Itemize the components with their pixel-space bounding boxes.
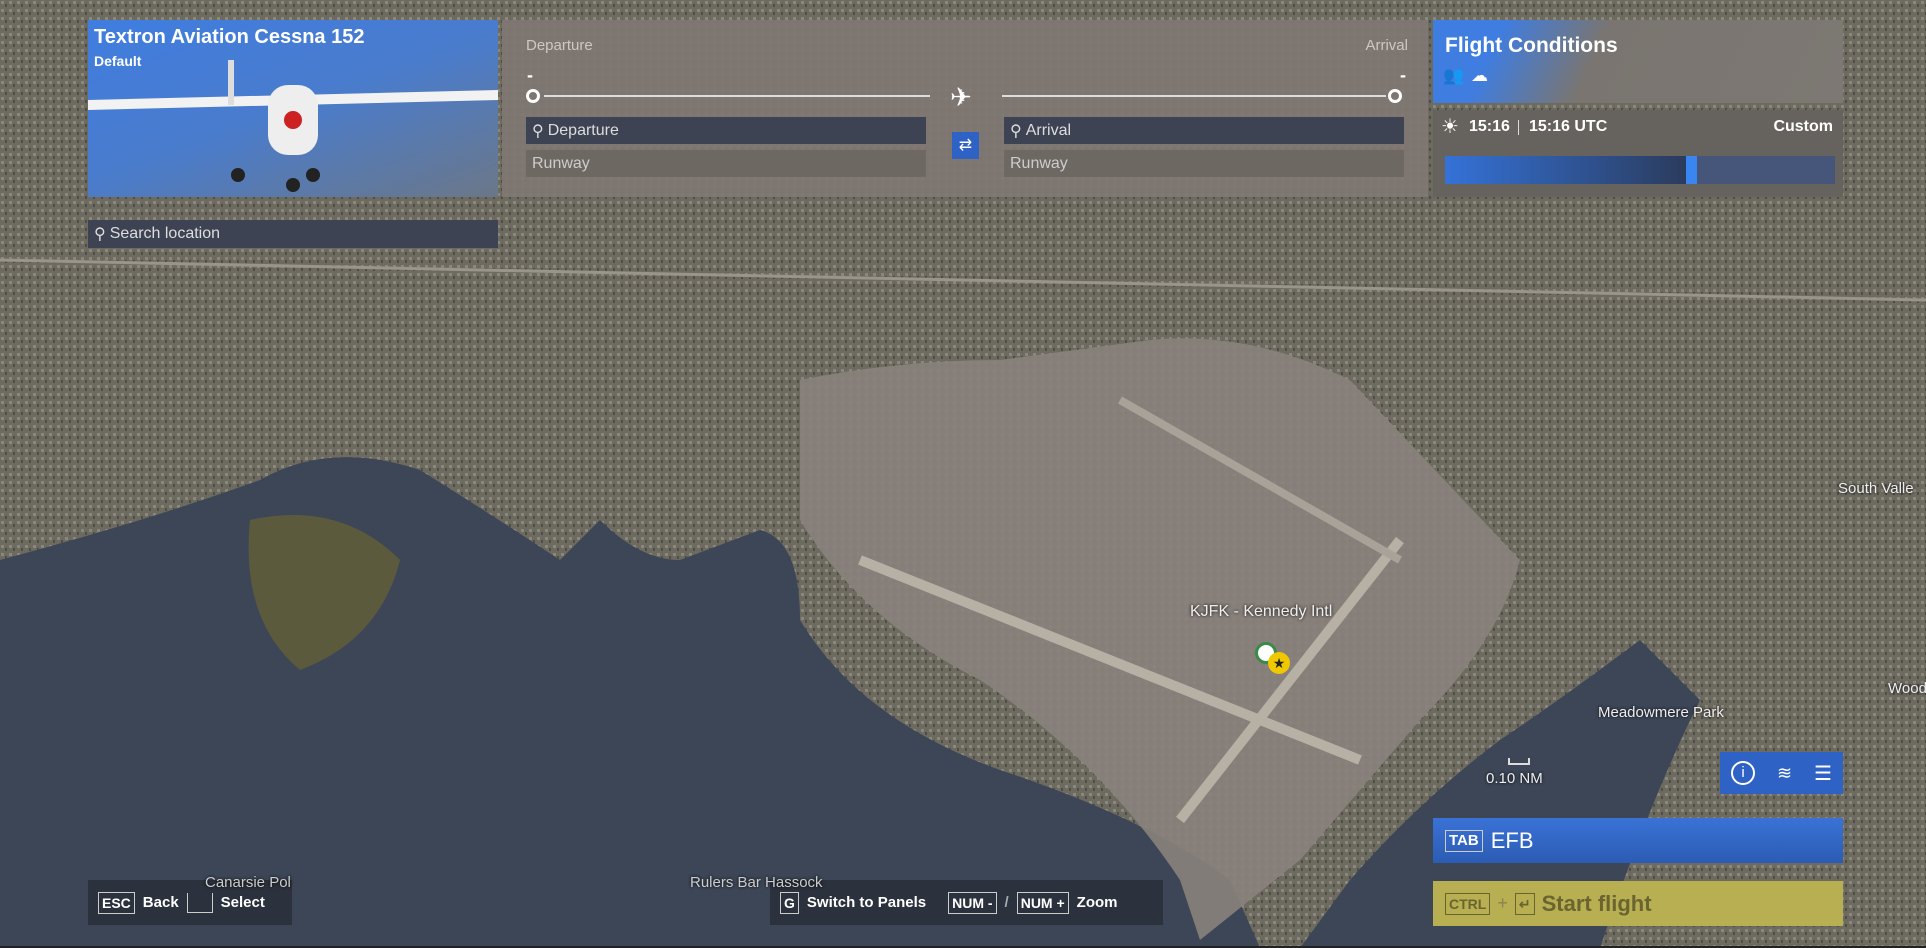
departure-placeholder: Departure (547, 121, 619, 139)
aircraft-image (88, 60, 498, 192)
sun-icon: ☀ (1441, 116, 1459, 138)
select-label[interactable]: Select (221, 894, 265, 911)
local-time: 15:16 (1469, 118, 1510, 135)
switch-panels-label[interactable]: Switch to Panels (807, 894, 926, 911)
place-label: Wood (1888, 680, 1926, 697)
back-label[interactable]: Back (143, 894, 179, 911)
num-plus-key[interactable]: NUM + (1016, 891, 1069, 914)
route-panel: Departure Arrival - - ✈ ⚲ Departure Runwa… (502, 20, 1428, 197)
aircraft-card[interactable]: Textron Aviation Cessna 152 Default (88, 20, 498, 197)
search-icon: ⚲ (532, 122, 544, 140)
search-placeholder: Search location (109, 225, 221, 242)
flight-conditions-panel[interactable]: Flight Conditions 👥 ☁ ☀ 15:16 15:16 UTC … (1433, 20, 1843, 197)
weather-preset[interactable]: Custom (1773, 118, 1833, 136)
search-icon: ⚲ (94, 226, 106, 243)
departure-runway-select[interactable]: Runway (526, 150, 926, 177)
place-label: Rulers Bar Hassock (690, 874, 823, 891)
departure-node (526, 89, 540, 103)
scale-label: 0.10 NM (1486, 770, 1543, 787)
search-location-input[interactable]: ⚲ Search location (88, 220, 498, 248)
airport-label[interactable]: KJFK - Kennedy Intl (1190, 603, 1332, 621)
map-toolbar: i ≋ ☰ (1720, 752, 1843, 794)
enter-key-icon: ↵ (1514, 892, 1535, 915)
star-icon[interactable]: ★ (1268, 652, 1290, 674)
hint-bar-center: G Switch to Panels NUM - / NUM + Zoom (770, 880, 1163, 925)
airplane-icon: ✈ (950, 82, 972, 112)
zoom-label[interactable]: Zoom (1077, 894, 1118, 911)
time-slider[interactable] (1445, 156, 1835, 184)
aircraft-name: Textron Aviation Cessna 152 (94, 26, 365, 48)
departure-search-input[interactable]: ⚲ Departure (526, 117, 926, 144)
time-slider-fill (1445, 156, 1691, 184)
slash: / (1004, 894, 1009, 911)
g-key[interactable]: G (780, 891, 799, 914)
divider (1518, 120, 1519, 135)
utc-time: 15:16 UTC (1529, 118, 1608, 135)
route-line (1002, 95, 1386, 97)
ctrl-key: CTRL (1445, 892, 1491, 915)
space-key-icon[interactable] (186, 892, 213, 913)
layers-icon[interactable]: ≋ (1777, 763, 1792, 784)
place-label: Canarsie Pol (205, 874, 291, 891)
departure-value: - (527, 65, 533, 85)
aircraft-livery: Default (94, 53, 142, 69)
time-slider-thumb[interactable] (1685, 156, 1697, 184)
arrival-search-input[interactable]: ⚲ Arrival (1004, 117, 1404, 144)
arrival-node (1388, 89, 1402, 103)
route-line (544, 95, 930, 97)
cloud-icon: ☁ (1471, 66, 1488, 85)
info-icon[interactable]: i (1730, 761, 1755, 785)
arrival-placeholder: Arrival (1025, 121, 1072, 139)
efb-label: EFB (1490, 827, 1534, 853)
place-label: Meadowmere Park (1598, 704, 1724, 721)
search-icon: ⚲ (1010, 122, 1022, 140)
place-label: South Valle (1838, 480, 1914, 497)
efb-button[interactable]: TAB EFB (1433, 818, 1843, 863)
tab-key: TAB (1445, 829, 1483, 852)
conditions-title: Flight Conditions (1445, 34, 1618, 57)
filters-icon[interactable]: ☰ (1814, 761, 1832, 786)
esc-key[interactable]: ESC (98, 891, 135, 914)
departure-label: Departure (526, 37, 593, 54)
swap-icon[interactable]: ⇄ (952, 132, 979, 159)
num-minus-key[interactable]: NUM - (948, 891, 997, 914)
start-flight-label: Start flight (1541, 890, 1652, 916)
arrival-label: Arrival (1365, 37, 1408, 54)
plus-sign: + (1497, 893, 1508, 913)
start-flight-button[interactable]: CTRL + ↵ Start flight (1433, 881, 1843, 926)
arrival-value: - (1400, 65, 1406, 85)
multiplayer-icon: 👥 (1443, 66, 1465, 85)
scale-bar (1508, 758, 1530, 765)
arrival-runway-select[interactable]: Runway (1004, 150, 1404, 177)
